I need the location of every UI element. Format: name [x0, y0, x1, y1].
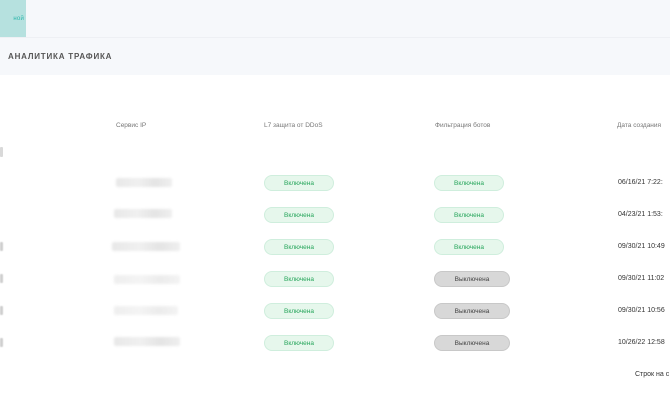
nav-tab-label: ной	[13, 15, 24, 22]
table-row[interactable]: Включена Выключена 09/30/21 11:02	[0, 271, 670, 291]
created-date: 09/30/21 10:56	[618, 307, 665, 314]
l7-status-badge: Включена	[264, 239, 334, 255]
nav-tab-active[interactable]: ной	[0, 0, 26, 37]
l7-status-badge: Включена	[264, 271, 334, 287]
bot-filter-status-badge: Выключена	[434, 335, 510, 351]
service-ip-redacted	[114, 275, 180, 284]
page: ной АНАЛИТИКА ТРАФИКА Сервис IP L7 защит…	[0, 0, 670, 400]
l7-status-badge: Включена	[264, 207, 334, 223]
section-title: АНАЛИТИКА ТРАФИКА	[8, 52, 113, 61]
service-ip-redacted	[112, 242, 180, 251]
table-row[interactable]: Включена Выключена 09/30/21 10:56	[0, 303, 670, 323]
created-date: 06/16/21 7:22:	[618, 179, 663, 186]
column-header-l7-ddos[interactable]: L7 защита от DDoS	[264, 122, 323, 129]
column-header-created-date[interactable]: Дата создания	[617, 122, 661, 129]
l7-status-badge: Включена	[264, 335, 334, 351]
row-selector[interactable]	[0, 338, 3, 347]
created-date: 09/30/21 11:02	[618, 275, 665, 282]
bot-filter-status-badge: Включена	[434, 239, 504, 255]
l7-status-badge: Включена	[264, 303, 334, 319]
service-ip-redacted	[116, 178, 172, 187]
l7-status-badge: Включена	[264, 175, 334, 191]
created-date: 10/26/22 12:58	[618, 339, 665, 346]
bot-filter-status-badge: Включена	[434, 175, 504, 191]
table-row[interactable]: Включена Включена 09/30/21 10:49	[0, 239, 670, 259]
row-selector-header[interactable]	[0, 147, 3, 157]
table-row[interactable]: Включена Включена 04/23/21 1:53:	[0, 207, 670, 227]
row-selector[interactable]	[0, 274, 3, 283]
rows-per-page-label: Строк на с	[635, 371, 670, 378]
table-row[interactable]: Включена Выключена 10/26/22 12:58	[0, 335, 670, 355]
bot-filter-status-badge: Выключена	[434, 303, 510, 319]
created-date: 09/30/21 10:49	[618, 243, 665, 250]
bot-filter-status-badge: Включена	[434, 207, 504, 223]
service-ip-redacted	[114, 209, 172, 218]
column-header-bot-filtering[interactable]: Фильтрация ботов	[435, 122, 490, 129]
row-selector[interactable]	[0, 242, 3, 251]
created-date: 04/23/21 1:53:	[618, 211, 663, 218]
bot-filter-status-badge: Выключена	[434, 271, 510, 287]
top-header-bar	[0, 0, 670, 37]
service-ip-redacted	[114, 337, 180, 346]
service-ip-redacted	[114, 306, 178, 315]
row-selector[interactable]	[0, 306, 3, 315]
table-row[interactable]: Включена Включена 06/16/21 7:22:	[0, 175, 670, 195]
column-header-service-ip[interactable]: Сервис IP	[116, 122, 146, 129]
